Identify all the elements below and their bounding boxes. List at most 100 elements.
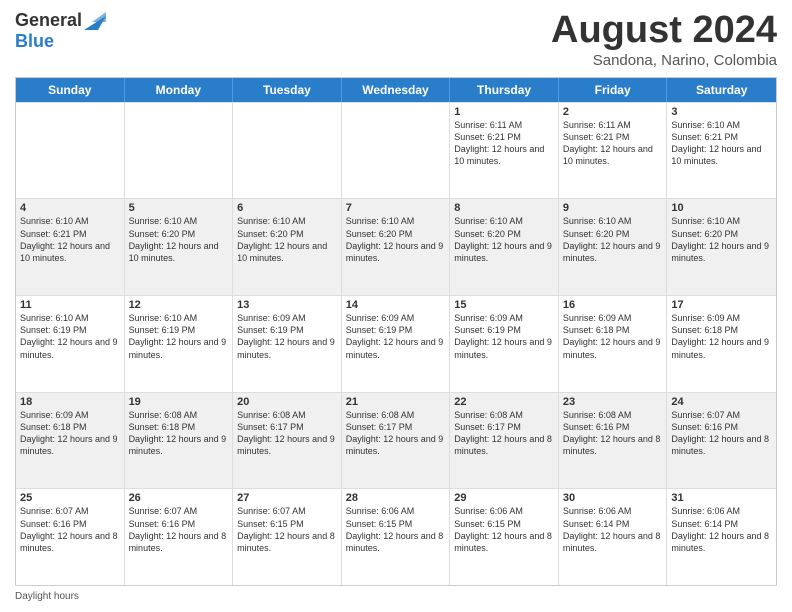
day-number: 8 — [454, 202, 554, 214]
day-info: Sunrise: 6:08 AM Sunset: 6:17 PM Dayligh… — [237, 409, 337, 458]
calendar-cell: 12Sunrise: 6:10 AM Sunset: 6:19 PM Dayli… — [125, 296, 234, 392]
day-number: 7 — [346, 202, 446, 214]
day-info: Sunrise: 6:06 AM Sunset: 6:14 PM Dayligh… — [671, 505, 772, 554]
day-info: Sunrise: 6:07 AM Sunset: 6:15 PM Dayligh… — [237, 505, 337, 554]
day-number: 19 — [129, 396, 229, 408]
day-info: Sunrise: 6:07 AM Sunset: 6:16 PM Dayligh… — [671, 409, 772, 458]
calendar-body: 1Sunrise: 6:11 AM Sunset: 6:21 PM Daylig… — [16, 102, 776, 585]
calendar-cell: 16Sunrise: 6:09 AM Sunset: 6:18 PM Dayli… — [559, 296, 668, 392]
calendar-row: 25Sunrise: 6:07 AM Sunset: 6:16 PM Dayli… — [16, 488, 776, 585]
day-info: Sunrise: 6:06 AM Sunset: 6:15 PM Dayligh… — [454, 505, 554, 554]
calendar: SundayMondayTuesdayWednesdayThursdayFrid… — [15, 77, 777, 586]
day-number: 4 — [20, 202, 120, 214]
logo-blue-text: Blue — [15, 31, 54, 52]
calendar-cell: 24Sunrise: 6:07 AM Sunset: 6:16 PM Dayli… — [667, 393, 776, 489]
day-info: Sunrise: 6:10 AM Sunset: 6:20 PM Dayligh… — [563, 215, 663, 264]
calendar-cell: 21Sunrise: 6:08 AM Sunset: 6:17 PM Dayli… — [342, 393, 451, 489]
day-info: Sunrise: 6:09 AM Sunset: 6:19 PM Dayligh… — [454, 312, 554, 361]
day-number: 26 — [129, 492, 229, 504]
day-info: Sunrise: 6:09 AM Sunset: 6:18 PM Dayligh… — [20, 409, 120, 458]
day-info: Sunrise: 6:06 AM Sunset: 6:15 PM Dayligh… — [346, 505, 446, 554]
calendar-cell: 4Sunrise: 6:10 AM Sunset: 6:21 PM Daylig… — [16, 199, 125, 295]
day-number: 16 — [563, 299, 663, 311]
calendar-cell: 29Sunrise: 6:06 AM Sunset: 6:15 PM Dayli… — [450, 489, 559, 585]
day-info: Sunrise: 6:10 AM Sunset: 6:20 PM Dayligh… — [346, 215, 446, 264]
calendar-row: 4Sunrise: 6:10 AM Sunset: 6:21 PM Daylig… — [16, 198, 776, 295]
calendar-cell: 5Sunrise: 6:10 AM Sunset: 6:20 PM Daylig… — [125, 199, 234, 295]
day-number: 13 — [237, 299, 337, 311]
calendar-cell: 19Sunrise: 6:08 AM Sunset: 6:18 PM Dayli… — [125, 393, 234, 489]
day-info: Sunrise: 6:09 AM Sunset: 6:19 PM Dayligh… — [346, 312, 446, 361]
calendar-cell: 11Sunrise: 6:10 AM Sunset: 6:19 PM Dayli… — [16, 296, 125, 392]
calendar-cell: 31Sunrise: 6:06 AM Sunset: 6:14 PM Dayli… — [667, 489, 776, 585]
calendar-header-cell: Friday — [559, 78, 668, 102]
day-number: 14 — [346, 299, 446, 311]
calendar-cell: 3Sunrise: 6:10 AM Sunset: 6:21 PM Daylig… — [667, 103, 776, 199]
calendar-header-cell: Wednesday — [342, 78, 451, 102]
footer: Daylight hours — [15, 591, 777, 602]
calendar-row: 18Sunrise: 6:09 AM Sunset: 6:18 PM Dayli… — [16, 392, 776, 489]
calendar-cell: 28Sunrise: 6:06 AM Sunset: 6:15 PM Dayli… — [342, 489, 451, 585]
calendar-cell: 2Sunrise: 6:11 AM Sunset: 6:21 PM Daylig… — [559, 103, 668, 199]
calendar-header-cell: Thursday — [450, 78, 559, 102]
calendar-cell: 30Sunrise: 6:06 AM Sunset: 6:14 PM Dayli… — [559, 489, 668, 585]
calendar-header: SundayMondayTuesdayWednesdayThursdayFrid… — [16, 78, 776, 102]
day-info: Sunrise: 6:07 AM Sunset: 6:16 PM Dayligh… — [129, 505, 229, 554]
day-number: 18 — [20, 396, 120, 408]
calendar-cell: 27Sunrise: 6:07 AM Sunset: 6:15 PM Dayli… — [233, 489, 342, 585]
day-number: 27 — [237, 492, 337, 504]
day-number: 17 — [671, 299, 772, 311]
calendar-cell: 26Sunrise: 6:07 AM Sunset: 6:16 PM Dayli… — [125, 489, 234, 585]
calendar-cell: 14Sunrise: 6:09 AM Sunset: 6:19 PM Dayli… — [342, 296, 451, 392]
calendar-cell: 23Sunrise: 6:08 AM Sunset: 6:16 PM Dayli… — [559, 393, 668, 489]
calendar-cell: 7Sunrise: 6:10 AM Sunset: 6:20 PM Daylig… — [342, 199, 451, 295]
calendar-cell — [342, 103, 451, 199]
day-number: 6 — [237, 202, 337, 214]
page: General Blue August 2024 Sandona, Narino… — [0, 0, 792, 612]
day-number: 22 — [454, 396, 554, 408]
footer-label: Daylight hours — [15, 591, 79, 602]
day-info: Sunrise: 6:07 AM Sunset: 6:16 PM Dayligh… — [20, 505, 120, 554]
calendar-row: 11Sunrise: 6:10 AM Sunset: 6:19 PM Dayli… — [16, 295, 776, 392]
day-info: Sunrise: 6:10 AM Sunset: 6:21 PM Dayligh… — [671, 119, 772, 168]
calendar-cell: 17Sunrise: 6:09 AM Sunset: 6:18 PM Dayli… — [667, 296, 776, 392]
day-info: Sunrise: 6:08 AM Sunset: 6:18 PM Dayligh… — [129, 409, 229, 458]
day-number: 1 — [454, 106, 554, 118]
day-info: Sunrise: 6:10 AM Sunset: 6:20 PM Dayligh… — [129, 215, 229, 264]
day-info: Sunrise: 6:09 AM Sunset: 6:19 PM Dayligh… — [237, 312, 337, 361]
header: General Blue August 2024 Sandona, Narino… — [15, 10, 777, 69]
day-info: Sunrise: 6:09 AM Sunset: 6:18 PM Dayligh… — [563, 312, 663, 361]
calendar-cell: 6Sunrise: 6:10 AM Sunset: 6:20 PM Daylig… — [233, 199, 342, 295]
day-info: Sunrise: 6:08 AM Sunset: 6:16 PM Dayligh… — [563, 409, 663, 458]
calendar-header-cell: Tuesday — [233, 78, 342, 102]
calendar-cell: 9Sunrise: 6:10 AM Sunset: 6:20 PM Daylig… — [559, 199, 668, 295]
calendar-header-cell: Saturday — [667, 78, 776, 102]
calendar-cell: 8Sunrise: 6:10 AM Sunset: 6:20 PM Daylig… — [450, 199, 559, 295]
calendar-cell: 18Sunrise: 6:09 AM Sunset: 6:18 PM Dayli… — [16, 393, 125, 489]
day-info: Sunrise: 6:11 AM Sunset: 6:21 PM Dayligh… — [454, 119, 554, 168]
day-number: 10 — [671, 202, 772, 214]
logo: General Blue — [15, 10, 106, 52]
calendar-cell: 13Sunrise: 6:09 AM Sunset: 6:19 PM Dayli… — [233, 296, 342, 392]
day-number: 31 — [671, 492, 772, 504]
calendar-header-cell: Monday — [125, 78, 234, 102]
title-block: August 2024 Sandona, Narino, Colombia — [551, 10, 777, 69]
calendar-cell — [16, 103, 125, 199]
calendar-cell: 25Sunrise: 6:07 AM Sunset: 6:16 PM Dayli… — [16, 489, 125, 585]
calendar-cell: 22Sunrise: 6:08 AM Sunset: 6:17 PM Dayli… — [450, 393, 559, 489]
logo-bird-icon — [84, 12, 106, 30]
day-number: 23 — [563, 396, 663, 408]
day-info: Sunrise: 6:10 AM Sunset: 6:19 PM Dayligh… — [20, 312, 120, 361]
day-number: 29 — [454, 492, 554, 504]
day-info: Sunrise: 6:10 AM Sunset: 6:21 PM Dayligh… — [20, 215, 120, 264]
day-info: Sunrise: 6:10 AM Sunset: 6:20 PM Dayligh… — [237, 215, 337, 264]
day-info: Sunrise: 6:10 AM Sunset: 6:20 PM Dayligh… — [671, 215, 772, 264]
day-number: 5 — [129, 202, 229, 214]
calendar-cell — [125, 103, 234, 199]
day-number: 9 — [563, 202, 663, 214]
day-info: Sunrise: 6:06 AM Sunset: 6:14 PM Dayligh… — [563, 505, 663, 554]
calendar-cell: 1Sunrise: 6:11 AM Sunset: 6:21 PM Daylig… — [450, 103, 559, 199]
day-number: 12 — [129, 299, 229, 311]
day-info: Sunrise: 6:10 AM Sunset: 6:20 PM Dayligh… — [454, 215, 554, 264]
location: Sandona, Narino, Colombia — [551, 52, 777, 69]
